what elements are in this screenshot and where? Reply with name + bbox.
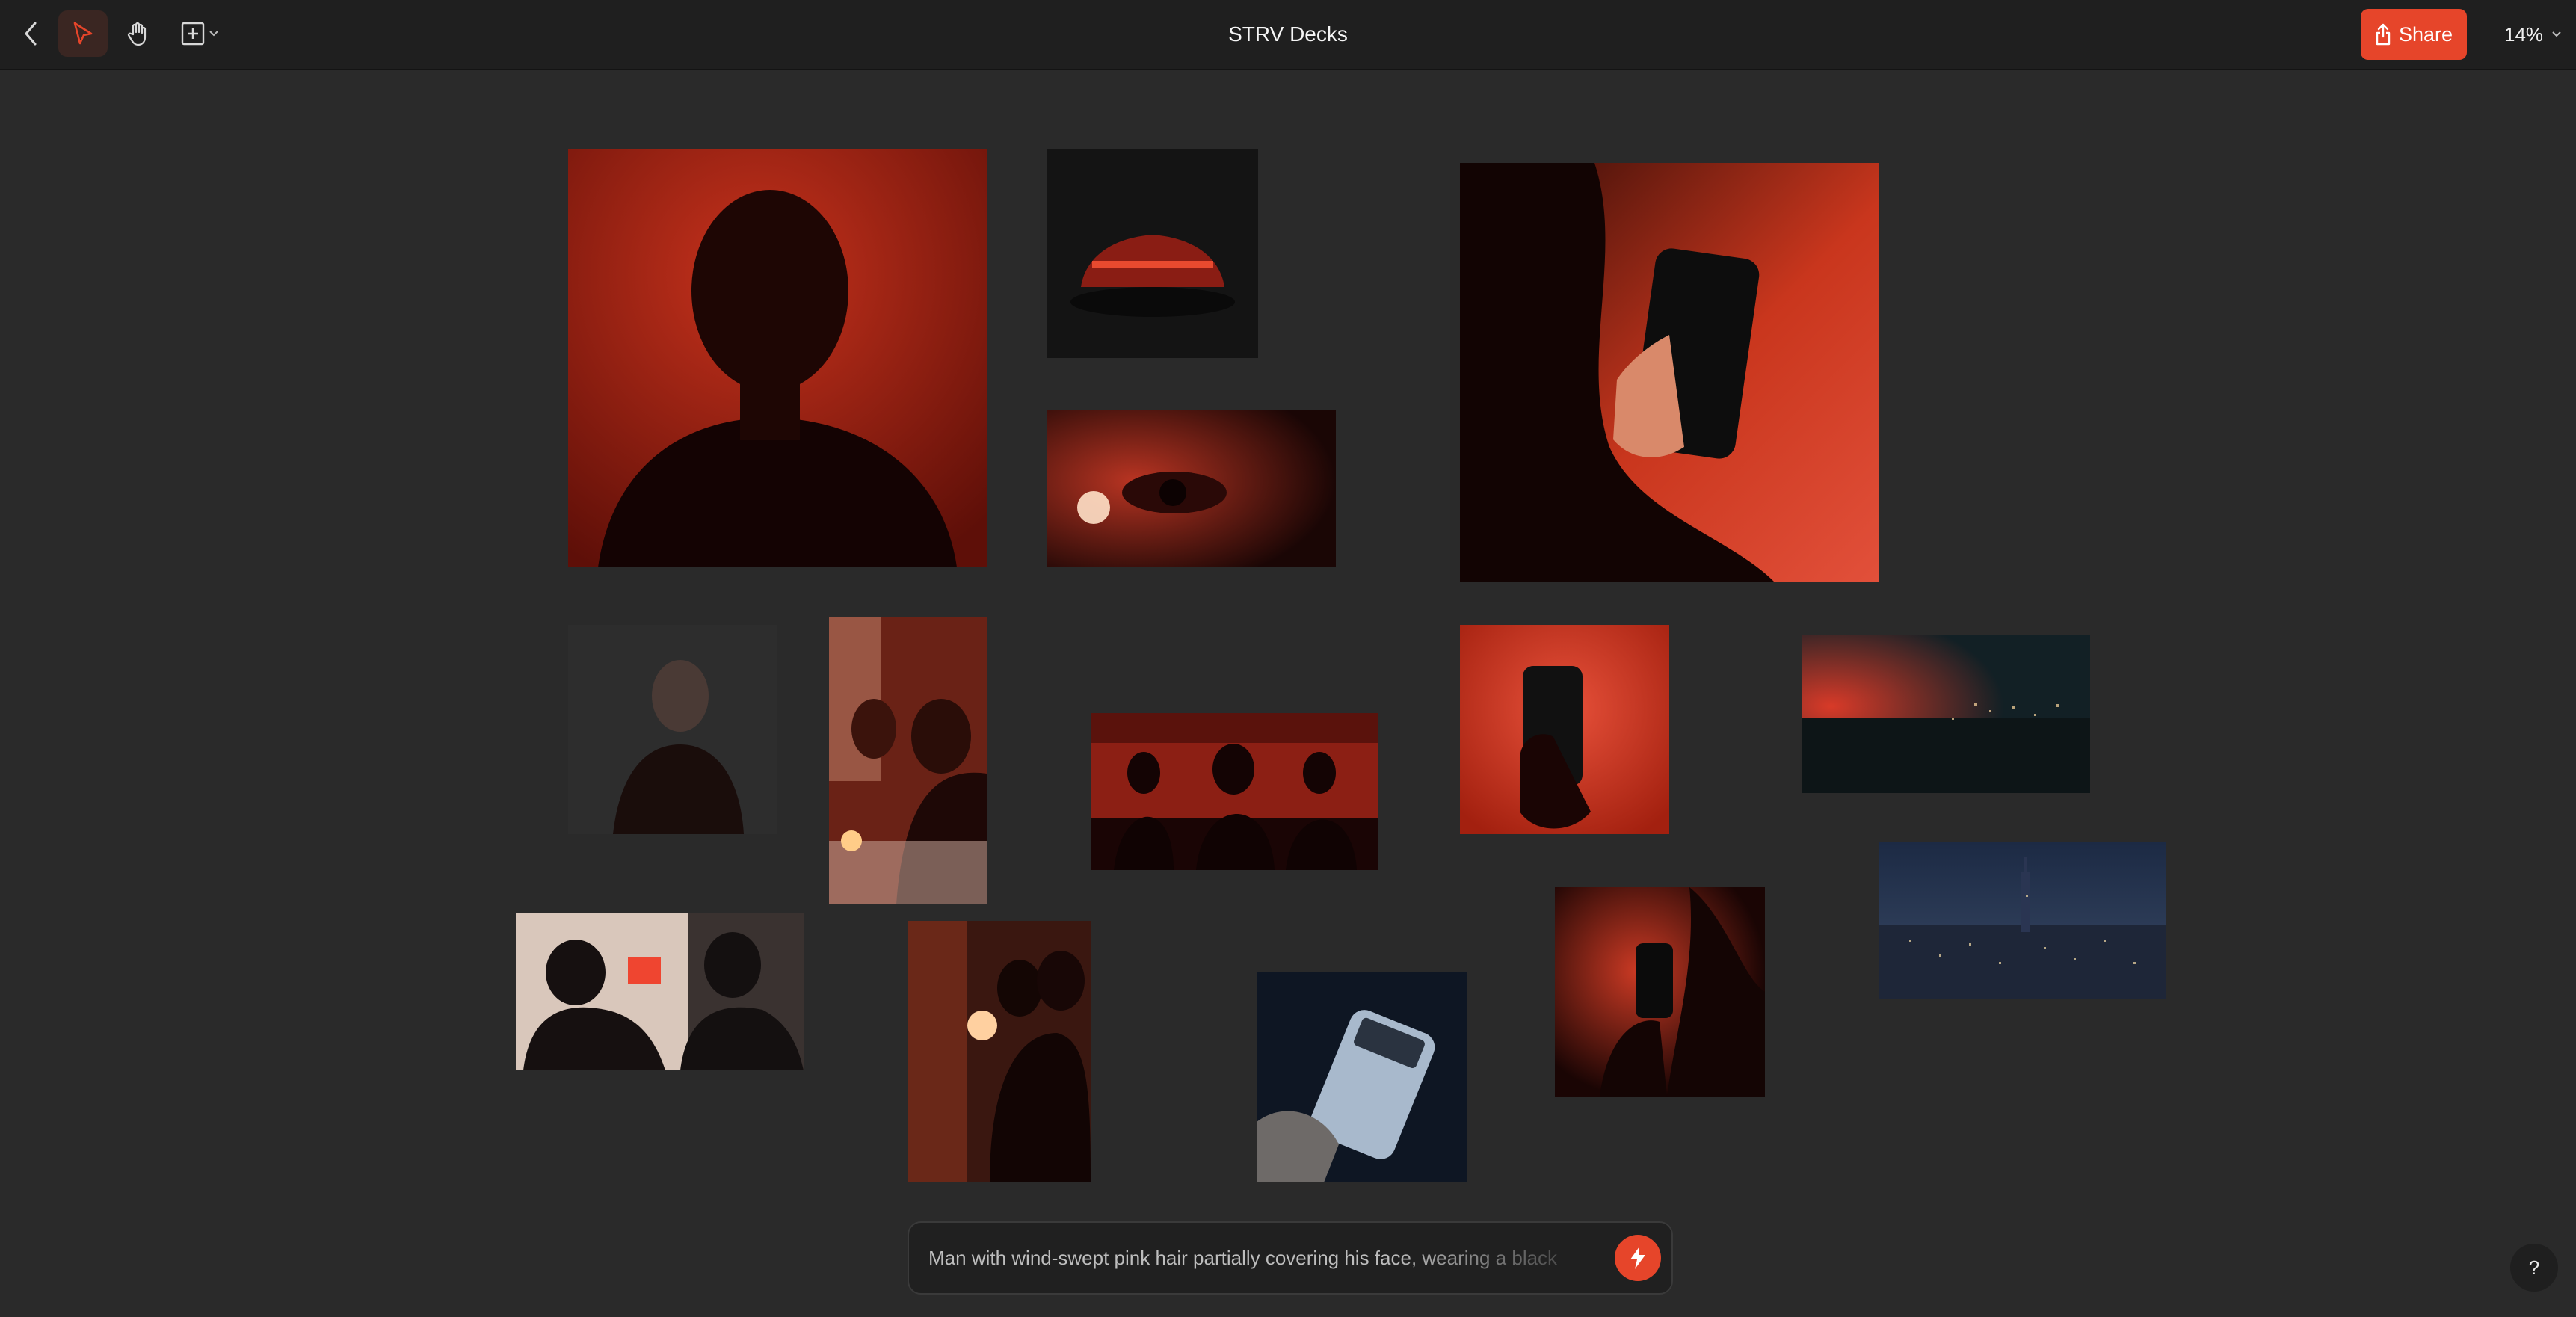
design-canvas[interactable] [0,70,2576,1317]
frame-plus-icon [181,22,205,46]
canvas-image[interactable] [516,913,804,1070]
share-icon [2376,23,2391,46]
canvas-image[interactable] [1879,842,2166,999]
lightning-icon [1630,1247,1645,1269]
canvas-image[interactable] [1047,149,1258,358]
back-button[interactable] [12,10,49,57]
zoom-level: 14% [2504,22,2544,46]
document-title: STRV Decks [1228,22,1348,46]
canvas-image[interactable] [1460,625,1669,834]
canvas-image[interactable] [1460,163,1879,582]
chevron-down-icon [209,31,218,37]
canvas-image[interactable] [568,149,987,567]
canvas-image[interactable] [1257,972,1467,1182]
chevron-left-icon [25,22,37,46]
canvas-image[interactable] [829,617,987,904]
chevron-down-icon [2552,31,2561,37]
cursor-arrow-icon [73,22,93,45]
canvas-image[interactable] [1047,410,1336,567]
share-label: Share [2398,22,2453,46]
frame-tool-button[interactable] [170,10,230,57]
share-button[interactable]: Share [2361,9,2467,60]
hand-icon [127,22,147,46]
canvas-image[interactable] [1091,713,1378,870]
canvas-image[interactable] [1555,887,1765,1097]
select-tool-button[interactable] [58,10,108,57]
canvas-image[interactable] [568,625,777,834]
hand-tool-button[interactable] [117,10,158,57]
zoom-dropdown[interactable]: 14% [2504,0,2563,69]
canvas-image[interactable] [908,921,1091,1182]
canvas-image[interactable] [1802,635,2090,793]
generate-button[interactable] [1615,1235,1661,1281]
top-toolbar: STRV Decks Share 14% [0,0,2576,70]
prompt-bar[interactable]: Man with wind-swept pink hair partially … [908,1221,1673,1295]
prompt-input[interactable]: Man with wind-swept pink hair partially … [928,1223,1586,1293]
help-button[interactable]: ? [2510,1244,2558,1292]
